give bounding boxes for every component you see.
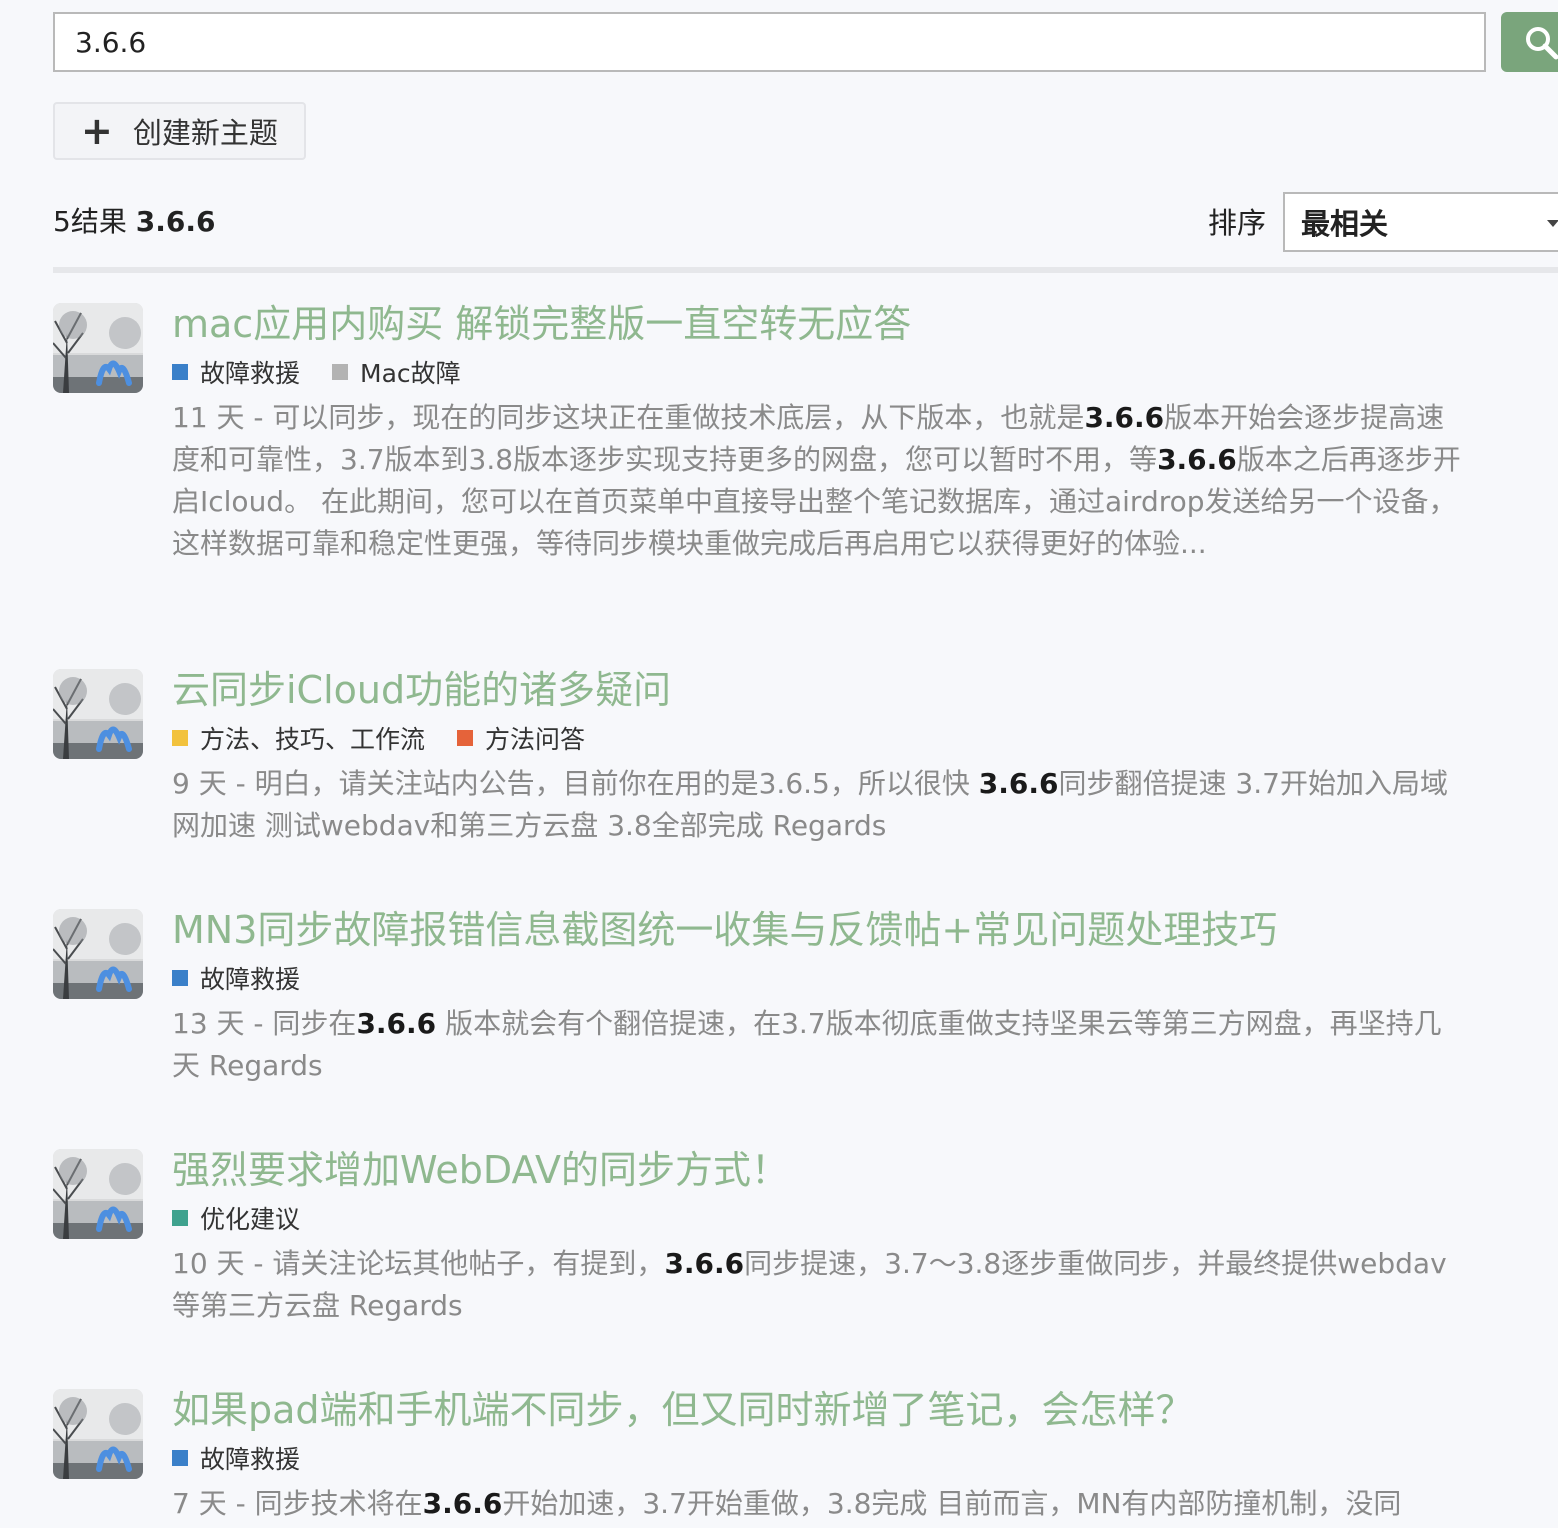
avatar[interactable] (53, 669, 143, 759)
search-input[interactable] (53, 12, 1486, 72)
result-excerpt: 9 天 - 明白，请关注站内公告，目前你在用的是3.6.5，所以很快 3.6.6… (172, 763, 1462, 847)
sort-select[interactable]: 最相关 (1283, 192, 1558, 252)
sort-value: 最相关 (1301, 207, 1389, 241)
avatar[interactable] (53, 1149, 143, 1239)
avatar[interactable] (53, 303, 143, 393)
result-count: 5结果 3.6.6 (53, 205, 216, 238)
excerpt-text: 13 天 - 同步在 (172, 1007, 357, 1040)
result-title-link[interactable]: 云同步iCloud功能的诸多疑问 (172, 667, 1472, 713)
chevron-down-icon (1547, 220, 1558, 227)
category-tag[interactable]: 方法、技巧、工作流 (172, 720, 425, 756)
result-title-link[interactable]: 强烈要求增加WebDAV的同步方式！ (172, 1147, 1472, 1193)
highlight-match: 3.6.6 (1157, 443, 1237, 476)
divider (53, 267, 1558, 273)
highlight-match: 3.6.6 (664, 1247, 745, 1280)
category-tag-label: 故障救援 (200, 1445, 301, 1474)
avatar[interactable] (53, 1389, 143, 1479)
result-excerpt: 11 天 - 可以同步，现在的同步这块正在重做技术底层，从下版本，也就是3.6.… (172, 397, 1462, 565)
category-tag[interactable]: 故障救援 (172, 960, 300, 996)
result-excerpt: 13 天 - 同步在3.6.6 版本就会有个翻倍提速，在3.7版本彻底重做支持坚… (172, 1003, 1462, 1087)
category-tags: 优化建议 (172, 1200, 1472, 1236)
result-title-link[interactable]: mac应用内购买 解锁完整版一直空转无应答 (172, 301, 1472, 347)
category-tag[interactable]: 优化建议 (172, 1200, 300, 1236)
category-tag-label: 方法问答 (485, 725, 586, 754)
category-tags: 故障救援 (172, 960, 1472, 996)
highlight-match: 3.6.6 (422, 1487, 503, 1520)
category-tag-label: 方法、技巧、工作流 (200, 725, 426, 754)
search-bar (53, 12, 1558, 72)
category-color-icon (332, 364, 349, 380)
category-color-icon (172, 730, 188, 746)
category-color-icon (172, 970, 188, 986)
category-color-icon (172, 364, 188, 380)
avatar[interactable] (53, 909, 143, 999)
category-tags: 故障救援 Mac故障 (172, 354, 1472, 390)
category-tag-label: 优化建议 (200, 1205, 301, 1234)
category-color-icon (457, 730, 474, 746)
category-tag[interactable]: 故障救援 (172, 1440, 300, 1476)
category-color-icon (172, 1210, 188, 1226)
category-tag[interactable]: 方法问答 (457, 720, 585, 756)
category-tag-label: Mac故障 (360, 359, 461, 388)
create-topic-label: 创建新主题 (132, 116, 278, 150)
result-excerpt: 7 天 - 同步技术将在3.6.6开始加速，3.7开始重做，3.8完成 目前而言… (172, 1483, 1462, 1525)
search-icon (1526, 27, 1558, 60)
highlight-match: 3.6.6 (356, 1007, 437, 1040)
category-tag-label: 故障救援 (200, 965, 301, 994)
result-excerpt: 10 天 - 请关注论坛其他帖子，有提到，3.6.6同步提速，3.7～3.8逐步… (172, 1243, 1462, 1327)
result-query: 3.6.6 (135, 205, 216, 238)
category-tag[interactable]: Mac故障 (332, 354, 461, 390)
category-tags: 故障救援 (172, 1440, 1472, 1476)
excerpt-text: 9 天 - 明白，请关注站内公告，目前你在用的是3.6.5，所以很快 (172, 767, 979, 800)
category-tags: 方法、技巧、工作流 方法问答 (172, 720, 1472, 756)
result-title-link[interactable]: 如果pad端和手机端不同步，但又同时新增了笔记，会怎样？ (172, 1387, 1472, 1433)
category-tag-label: 故障救援 (200, 359, 301, 388)
create-topic-button[interactable]: + 创建新主题 (53, 102, 306, 160)
result-title-link[interactable]: MN3同步故障报错信息截图统一收集与反馈帖+常见问题处理技巧 (172, 907, 1472, 953)
category-color-icon (172, 1450, 188, 1466)
excerpt-text: 开始加速，3.7开始重做，3.8完成 目前而言，MN有内部防撞机制，没同 (502, 1487, 1402, 1520)
highlight-match: 3.6.6 (978, 767, 1059, 800)
excerpt-text: 10 天 - 请关注论坛其他帖子，有提到， (172, 1247, 665, 1280)
excerpt-text: 11 天 - 可以同步，现在的同步这块正在重做技术底层，从下版本，也就是 (172, 401, 1085, 434)
excerpt-text: 7 天 - 同步技术将在 (172, 1487, 423, 1520)
plus-icon: + (81, 109, 113, 153)
sort-label: 排序 (1208, 206, 1267, 240)
highlight-match: 3.6.6 (1084, 401, 1165, 434)
search-button[interactable] (1501, 12, 1558, 72)
category-tag[interactable]: 故障救援 (172, 354, 300, 390)
